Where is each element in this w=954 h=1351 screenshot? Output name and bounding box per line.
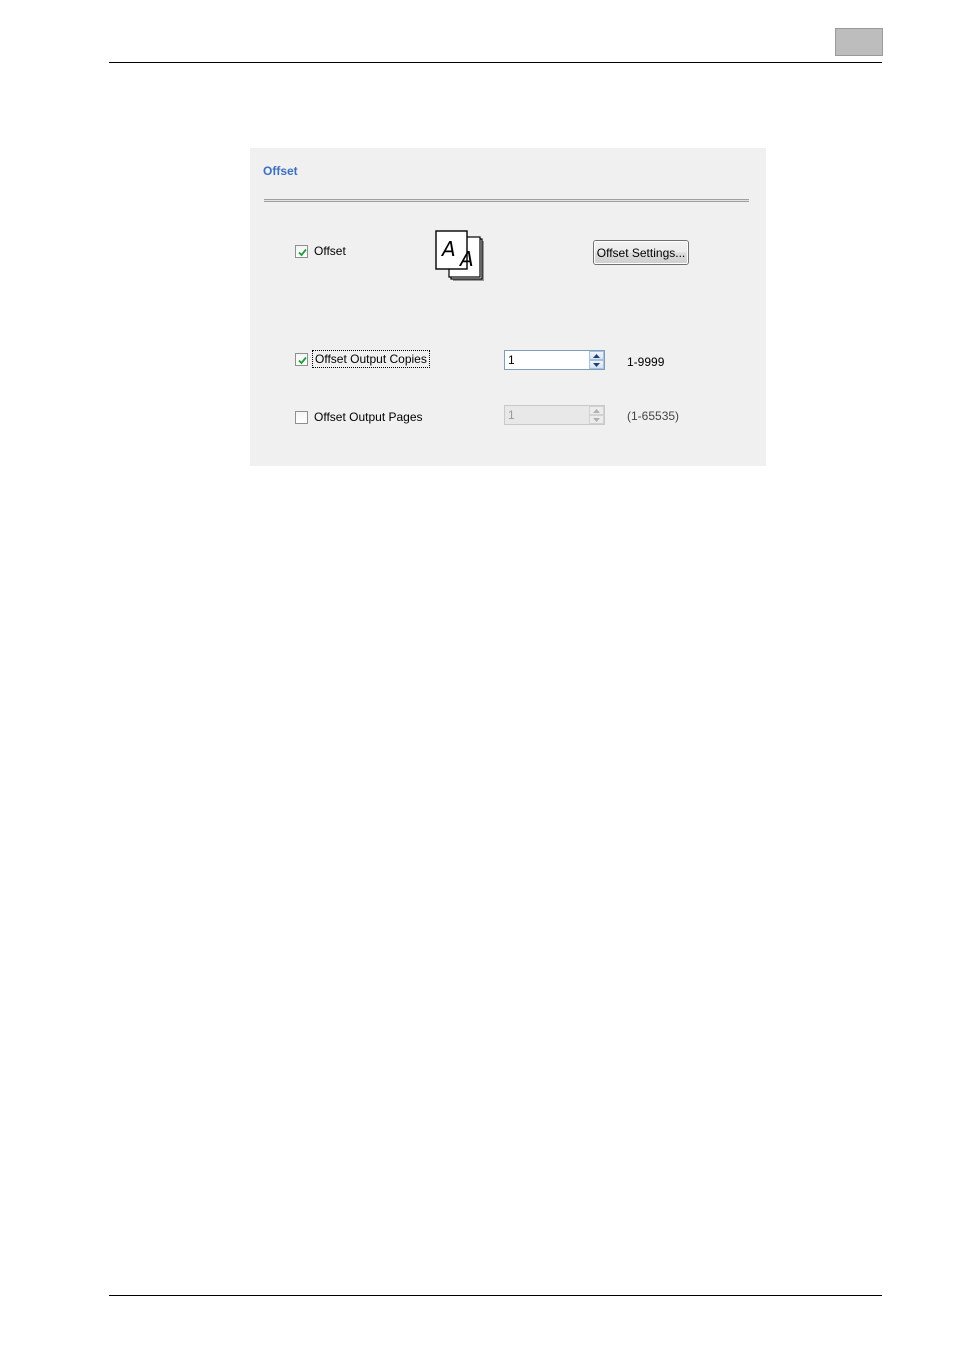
section-divider — [264, 199, 749, 202]
output-copies-checkbox[interactable] — [295, 352, 308, 366]
offset-checkbox[interactable] — [295, 244, 308, 258]
output-copies-input[interactable] — [505, 351, 590, 369]
header-rule — [109, 62, 882, 63]
svg-text:A: A — [440, 237, 456, 261]
offset-settings-button-label: Offset Settings... — [596, 245, 686, 260]
output-pages-spin-buttons — [589, 406, 604, 424]
output-pages-spinner — [504, 405, 605, 425]
output-copies-spin-buttons[interactable] — [589, 351, 604, 369]
spin-up-arrow-icon — [589, 406, 604, 415]
output-copies-checkbox-row[interactable]: Offset Output Copies — [295, 350, 430, 368]
offset-checkbox-row[interactable]: Offset — [295, 244, 346, 258]
footer-rule — [109, 1295, 882, 1296]
checkmark-icon — [298, 356, 307, 364]
output-copies-range: 1-9999 — [627, 355, 665, 369]
output-copies-checkbox-label: Offset Output Copies — [312, 350, 430, 368]
output-copies-spinner[interactable] — [504, 350, 605, 370]
output-pages-input — [505, 406, 590, 424]
output-pages-range: (1-65535) — [627, 409, 680, 423]
offset-settings-button[interactable]: Offset Settings... — [593, 240, 689, 265]
output-pages-checkbox[interactable] — [295, 410, 308, 424]
output-pages-checkbox-row[interactable]: Offset Output Pages — [295, 410, 423, 424]
offset-panel: Offset Offset A A Offset Settings... Off… — [250, 148, 766, 466]
offset-checkbox-label: Offset — [314, 244, 346, 258]
panel-title: Offset — [263, 164, 298, 178]
spin-down-arrow-icon[interactable] — [589, 360, 604, 369]
output-pages-checkbox-label: Offset Output Pages — [314, 410, 423, 424]
offset-stacked-pages-icon: A A — [435, 230, 484, 281]
spin-up-arrow-icon[interactable] — [589, 351, 604, 360]
svg-text:A: A — [458, 247, 474, 271]
checkmark-icon — [298, 248, 307, 256]
chapter-tab — [835, 28, 883, 56]
spin-down-arrow-icon — [589, 415, 604, 424]
